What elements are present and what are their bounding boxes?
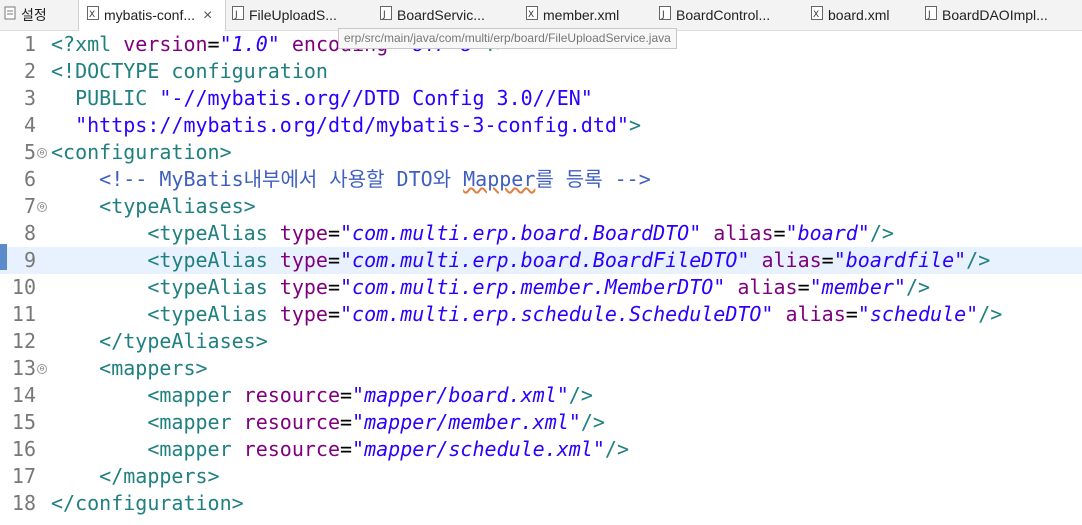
line-number: 7: [23, 194, 36, 218]
line-number: 5: [23, 140, 36, 164]
svg-text:X: X: [813, 10, 819, 20]
code-line: 12 </typeAliases>: [0, 328, 1082, 355]
code-line: 10 <typeAlias type="com.multi.erp.member…: [0, 274, 1082, 301]
tab-member-xml[interactable]: X member.xml: [526, 0, 646, 30]
code-line: 5 ⊖ <configuration>: [0, 139, 1082, 166]
current-line-marker: [0, 244, 7, 270]
line-number: 17: [11, 464, 36, 488]
tab-path-tooltip: erp/src/main/java/com/multi/erp/board/Fi…: [338, 28, 677, 49]
editor-tab-bar: 설정 X mybatis-conf... × J FileUploadS... J…: [0, 0, 1082, 31]
tab-boardcontroller[interactable]: J BoardControl...: [659, 0, 809, 30]
code-text: PUBLIC "-//mybatis.org//DTD Config 3.0//…: [51, 86, 593, 110]
line-number: 2: [23, 59, 36, 83]
tab-label: FileUploadS...: [249, 7, 337, 23]
line-number: 13: [11, 356, 36, 380]
code-line: 18 </configuration>: [0, 490, 1082, 517]
xml-file-icon: X: [526, 0, 538, 30]
tab-label: 설정: [21, 7, 47, 23]
tab-settings[interactable]: 설정: [4, 0, 74, 30]
tab-boarddaoimpl[interactable]: J BoardDAOImpl...: [925, 0, 1082, 30]
close-icon[interactable]: ×: [203, 1, 212, 31]
code-text: </mappers>: [51, 464, 220, 488]
svg-text:J: J: [234, 10, 238, 20]
svg-text:J: J: [661, 10, 665, 20]
tab-board-xml[interactable]: X board.xml: [811, 0, 931, 30]
code-text: </typeAliases>: [51, 329, 268, 353]
java-file-icon: J: [659, 0, 671, 30]
code-line: 11 <typeAlias type="com.multi.erp.schedu…: [0, 301, 1082, 328]
xml-file-icon: X: [811, 0, 823, 30]
code-text: <typeAlias type="com.multi.erp.board.Boa…: [51, 221, 894, 245]
code-line: 3 PUBLIC "-//mybatis.org//DTD Config 3.0…: [0, 85, 1082, 112]
code-line: 6 <!-- MyBatis내부에서 사용할 DTO와 Mapper를 등록 -…: [0, 166, 1082, 193]
code-text: <configuration>: [51, 140, 232, 164]
fold-toggle-icon[interactable]: ⊖: [37, 202, 47, 212]
line-number: 4: [23, 113, 36, 137]
tab-fileuploadservice[interactable]: J FileUploadS...: [232, 0, 372, 30]
settings-icon: [4, 0, 16, 30]
java-file-icon: J: [925, 0, 937, 30]
tab-label: board.xml: [828, 7, 890, 23]
code-text: <mappers>: [51, 356, 208, 380]
line-number: 16: [11, 437, 36, 461]
fold-toggle-icon[interactable]: ⊖: [37, 364, 47, 374]
code-text: <typeAlias type="com.multi.erp.schedule.…: [51, 302, 1003, 326]
line-number: 6: [23, 167, 36, 191]
tab-label: BoardServic...: [397, 7, 485, 23]
code-text: <mapper resource="mapper/board.xml"/>: [51, 383, 593, 407]
xml-editor[interactable]: 1 <?xml version="1.0" encoding="UTF-8"?>…: [0, 31, 1082, 525]
line-number: 3: [23, 86, 36, 110]
svg-text:X: X: [528, 10, 534, 20]
svg-text:J: J: [927, 10, 931, 20]
code-text: <typeAlias type="com.multi.erp.member.Me…: [51, 275, 931, 299]
tab-label: BoardControl...: [676, 7, 771, 23]
tab-mybatis-config[interactable]: X mybatis-conf... ×: [78, 0, 226, 31]
java-file-icon: J: [380, 0, 392, 30]
svg-text:J: J: [382, 10, 386, 20]
svg-text:X: X: [89, 10, 95, 20]
code-line: 16 <mapper resource="mapper/schedule.xml…: [0, 436, 1082, 463]
tab-label: mybatis-conf...: [104, 7, 196, 23]
line-number: 14: [11, 383, 36, 407]
code-text: </configuration>: [51, 491, 244, 515]
code-text: <typeAliases>: [51, 194, 256, 218]
code-text: <typeAlias type="com.multi.erp.board.Boa…: [51, 248, 991, 272]
xml-file-icon: X: [87, 0, 99, 30]
line-number: 18: [11, 491, 36, 515]
fold-toggle-icon[interactable]: ⊖: [37, 148, 47, 158]
tab-label: member.xml: [543, 7, 620, 23]
code-line: 17 </mappers>: [0, 463, 1082, 490]
line-number: 15: [11, 410, 36, 434]
line-number: 1: [23, 32, 36, 56]
code-text: <!DOCTYPE configuration: [51, 59, 328, 83]
tab-boardservice[interactable]: J BoardServic...: [380, 0, 510, 30]
code-comment: <!-- MyBatis내부에서 사용할 DTO와 Mapper를 등록 -->: [51, 167, 651, 191]
code-text: <mapper resource="mapper/schedule.xml"/>: [51, 437, 629, 461]
code-line: 2 <!DOCTYPE configuration: [0, 58, 1082, 85]
code-line: 14 <mapper resource="mapper/board.xml"/>: [0, 382, 1082, 409]
java-file-icon: J: [232, 0, 244, 30]
code-line: 4 "https://mybatis.org/dtd/mybatis-3-con…: [0, 112, 1082, 139]
code-line: 7 ⊖ <typeAliases>: [0, 193, 1082, 220]
line-number: 12: [11, 329, 36, 353]
code-line: 8 <typeAlias type="com.multi.erp.board.B…: [0, 220, 1082, 247]
line-number: 10: [11, 275, 36, 299]
line-number: 8: [23, 221, 36, 245]
code-line: 13 ⊖ <mappers>: [0, 355, 1082, 382]
code-line-current: 9 <typeAlias type="com.multi.erp.board.B…: [0, 247, 1082, 274]
code-line: 15 <mapper resource="mapper/member.xml"/…: [0, 409, 1082, 436]
code-text: <mapper resource="mapper/member.xml"/>: [51, 410, 605, 434]
code-text: "https://mybatis.org/dtd/mybatis-3-confi…: [51, 113, 642, 137]
line-number: 11: [11, 302, 36, 326]
tab-label: BoardDAOImpl...: [942, 7, 1048, 23]
